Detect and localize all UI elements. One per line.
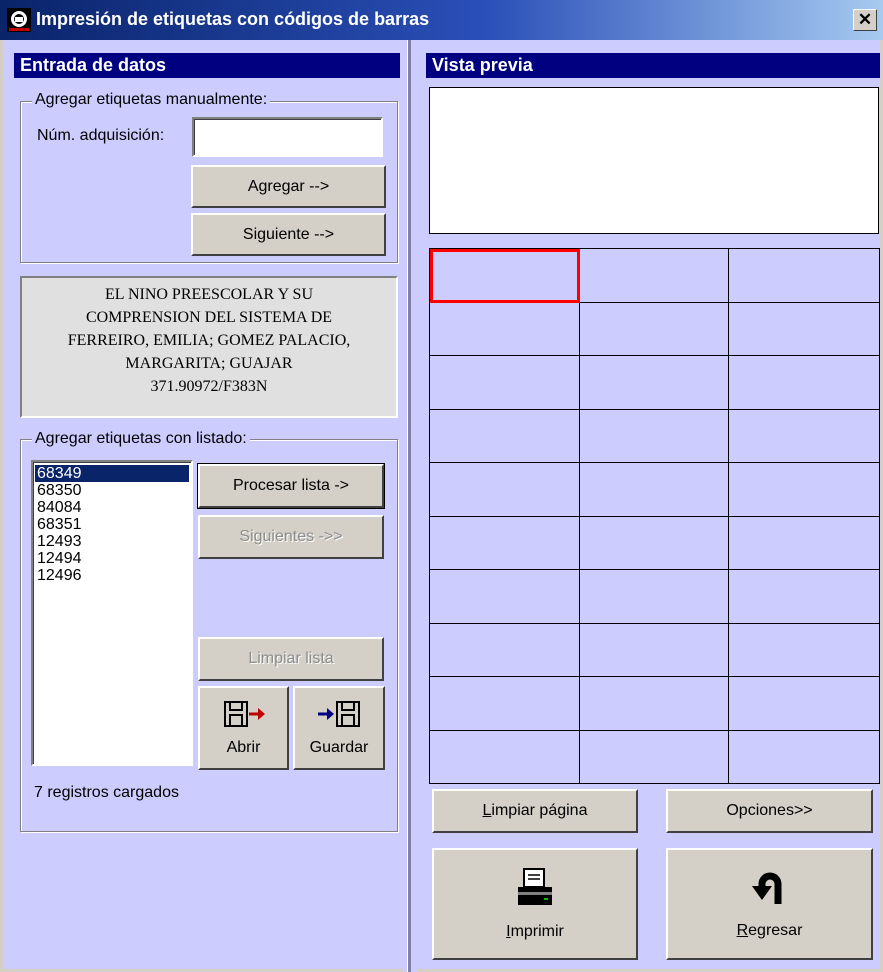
records-loaded-status: 7 registros cargados xyxy=(34,784,179,801)
print-label: Imprimir xyxy=(506,923,564,940)
record-line: EL NINO PREESCOLAR Y SU xyxy=(104,286,313,303)
label-cell[interactable] xyxy=(430,570,580,624)
preview-header: Vista previa xyxy=(426,53,880,78)
record-info-box: EL NINO PREESCOLAR Y SU COMPRENSION DEL … xyxy=(20,276,398,418)
label-cell[interactable] xyxy=(430,677,580,731)
return-arrow-icon xyxy=(751,872,781,904)
label-cell[interactable] xyxy=(729,356,880,410)
save-file-label: Guardar xyxy=(309,739,369,756)
label-cell[interactable] xyxy=(430,249,580,303)
label-cell[interactable] xyxy=(729,570,880,624)
back-label: Regresar xyxy=(736,922,803,939)
label-cell[interactable] xyxy=(430,623,580,677)
printer-icon xyxy=(518,868,552,905)
acquisition-number-input[interactable] xyxy=(192,117,383,157)
label-cell[interactable] xyxy=(729,730,880,784)
floppy-open-icon xyxy=(223,701,265,727)
label-cell[interactable] xyxy=(729,409,880,463)
open-file-label: Abrir xyxy=(226,739,261,756)
back-button[interactable]: Regresar xyxy=(666,848,873,960)
barcode-preview-area xyxy=(429,87,879,234)
acquisition-number-label: Núm. adquisición: xyxy=(37,127,165,144)
label-cell[interactable] xyxy=(580,516,729,570)
next-batch-button[interactable]: Siguientes ->> xyxy=(198,515,384,559)
label-cell[interactable] xyxy=(430,356,580,410)
next-button[interactable]: Siguiente --> xyxy=(191,213,386,256)
record-call-number: 371.90972/F383N xyxy=(150,378,268,395)
list-item[interactable]: 84084 xyxy=(35,499,189,516)
process-list-button[interactable]: Procesar lista -> xyxy=(197,463,385,509)
label-cell[interactable] xyxy=(580,409,729,463)
label-cell[interactable] xyxy=(430,409,580,463)
label-cell[interactable] xyxy=(430,302,580,356)
window-title: Impresión de etiquetas con códigos de ba… xyxy=(36,9,430,29)
close-button[interactable]: ✕ xyxy=(853,9,877,31)
print-button[interactable]: Imprimir xyxy=(432,848,638,960)
label-cell[interactable] xyxy=(580,463,729,517)
label-cell[interactable] xyxy=(580,249,729,303)
clear-page-label: Limpiar página xyxy=(482,802,588,819)
label-cell[interactable] xyxy=(729,677,880,731)
list-item[interactable]: 68350 xyxy=(35,482,189,499)
list-labels-legend: Agregar etiquetas con listado: xyxy=(32,430,250,448)
list-item[interactable]: 68349 xyxy=(35,465,189,482)
window-border-left xyxy=(0,40,3,972)
clear-list-button[interactable]: Limpiar lista xyxy=(198,637,384,681)
label-cell[interactable] xyxy=(580,570,729,624)
label-cell[interactable] xyxy=(580,356,729,410)
open-file-button[interactable]: Abrir xyxy=(198,686,289,770)
record-line: MARGARITA; GUAJAR xyxy=(125,355,293,372)
list-item[interactable]: 12493 xyxy=(35,533,189,550)
label-cell[interactable] xyxy=(430,730,580,784)
app-logo-icon xyxy=(7,8,31,32)
label-cell[interactable] xyxy=(430,463,580,517)
add-button[interactable]: Agregar --> xyxy=(191,165,386,208)
data-entry-header: Entrada de datos xyxy=(14,53,400,78)
label-page-grid[interactable] xyxy=(429,248,880,784)
label-cell[interactable] xyxy=(580,677,729,731)
label-cell[interactable] xyxy=(729,463,880,517)
label-cell[interactable] xyxy=(729,249,880,303)
label-cell[interactable] xyxy=(430,516,580,570)
save-file-button[interactable]: Guardar xyxy=(293,686,385,770)
list-item[interactable]: 12496 xyxy=(35,567,189,584)
label-cell[interactable] xyxy=(729,516,880,570)
acquisition-list[interactable]: 68349 68350 84084 68351 12493 12494 1249… xyxy=(31,460,193,766)
close-icon: ✕ xyxy=(857,10,873,29)
list-item[interactable]: 68351 xyxy=(35,516,189,533)
options-button[interactable]: Opciones>> xyxy=(666,789,873,833)
label-cell[interactable] xyxy=(580,302,729,356)
record-line: FERREIRO, EMILIA; GOMEZ PALACIO, xyxy=(67,332,351,349)
manual-labels-legend: Agregar etiquetas manualmente: xyxy=(32,91,271,109)
panel-splitter[interactable] xyxy=(403,40,417,972)
title-bar: Impresión de etiquetas con códigos de ba… xyxy=(0,0,883,40)
label-cell[interactable] xyxy=(729,623,880,677)
clear-page-button[interactable]: Limpiar página xyxy=(432,789,638,833)
record-line: COMPRENSION DEL SISTEMA DE xyxy=(85,309,333,326)
list-item[interactable]: 12494 xyxy=(35,550,189,567)
label-cell[interactable] xyxy=(580,730,729,784)
label-cell[interactable] xyxy=(729,302,880,356)
label-cell[interactable] xyxy=(580,623,729,677)
floppy-save-icon xyxy=(318,701,360,727)
